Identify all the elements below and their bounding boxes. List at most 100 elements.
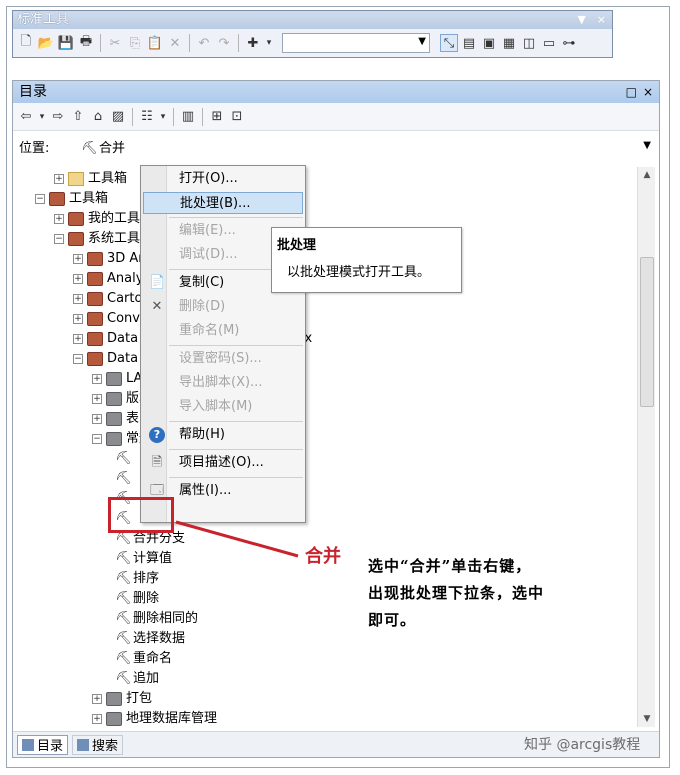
scroll-up-icon[interactable]: ▲ [638,167,656,183]
paste-icon[interactable]: 📋 [146,34,164,52]
scroll-down-icon[interactable]: ▼ [638,711,656,727]
collapse-icon[interactable]: − [54,234,64,244]
tree-item[interactable]: − 工具箱 [35,189,108,209]
hammer-icon: ⛏ [81,140,98,156]
tree-item[interactable]: + Analys [73,269,150,289]
expand-icon[interactable]: + [92,394,102,404]
expand-icon[interactable]: + [92,374,102,384]
tree-item[interactable]: ⛏ [111,469,133,489]
tab-catalog[interactable]: 目录 [17,734,69,755]
toolbar-close-icon[interactable]: × [597,11,606,29]
arctoolbox-icon[interactable]: ◫ [520,34,538,52]
chevron-down-icon[interactable]: ▼ [643,140,651,151]
connect-folder-icon[interactable]: ▨ [109,108,127,126]
table-of-contents-icon[interactable]: ▤ [460,34,478,52]
menu-item[interactable]: 打开(O)... [143,168,303,190]
collapse-icon[interactable]: − [73,354,83,364]
tab-search[interactable]: 搜索 [72,734,124,755]
cut-icon[interactable]: ✂ [106,34,124,52]
location-field[interactable]: ⛏合并 [81,137,659,156]
tree-item[interactable]: + 我的工具 [54,209,140,229]
expand-icon[interactable]: + [73,274,83,284]
toolbar-buttons: 🗋 📂 💾 🖶 ✂ ⎘ 📋 ✕ ↶ ↷ ✚ ▾ ▼ ⤡ ▤ ▣ ▦ ◫ ▭ ⊶ [13,29,612,57]
menu-item-label: 设置密码(S)... [179,351,262,366]
tree-item[interactable]: + 打包 [92,689,152,709]
menu-separator [169,421,303,422]
modelbuilder-icon[interactable]: ⊶ [560,34,578,52]
toolset-icon [106,712,122,726]
toolbar-separator [238,34,239,52]
catalog-close-icon[interactable]: × [643,81,653,103]
up-folder-icon[interactable]: ⇧ [69,108,87,126]
tree-item[interactable]: ⛏ 选择数据 [111,629,185,649]
tree-item[interactable]: + 工具箱 [54,169,127,189]
tree-item[interactable]: ⛏ 排序 [111,569,159,589]
collapse-icon[interactable]: − [35,194,45,204]
tree-item[interactable]: + Conve [73,309,148,329]
expand-icon[interactable]: + [92,714,102,724]
tab-label: 目录 [37,739,64,754]
menu-item[interactable]: 🗎 项目描述(O)... [143,452,303,474]
new-document-icon[interactable]: 🗋 [17,34,35,52]
tree-item[interactable]: +3D An [73,249,147,269]
back-dropdown-icon[interactable]: ▾ [37,108,47,126]
expand-icon[interactable]: + [92,694,102,704]
add-data-icon[interactable]: ✚ [244,34,262,52]
expand-icon[interactable]: + [54,174,64,184]
copy-icon[interactable]: ⎘ [126,34,144,52]
tree-item[interactable]: + 表 [92,409,139,429]
save-icon[interactable]: 💾 [57,34,75,52]
tree-view-icon[interactable]: ⊞ [208,108,226,126]
views-dropdown-icon[interactable]: ▾ [158,108,168,126]
location-value: 合并 [99,140,126,156]
annotation-text: 选中“合并”单击右键， 出现批处理下拉条，选中 即可。 [368,553,544,634]
catalog-toolbar: ⇦ ▾ ⇨ ⇧ ⌂ ▨ ☷ ▾ ▥ ⊞ ⊡ [13,103,659,131]
tree-item[interactable]: − 系统工具 [54,229,140,249]
options-icon[interactable]: ⊡ [228,108,246,126]
chevron-down-icon: ▼ [418,36,426,47]
toolbar-menu-icon[interactable]: ▼ [578,11,586,29]
tree-item[interactable]: ⛏ 重命名 [111,649,172,669]
expand-icon[interactable]: + [73,334,83,344]
views-icon[interactable]: ☷ [138,108,156,126]
expand-icon[interactable]: + [73,254,83,264]
tree-item[interactable]: + 地理数据库管理 [92,709,217,727]
collapse-icon[interactable]: − [92,434,102,444]
expand-icon[interactable]: + [92,414,102,424]
add-data-dropdown-icon[interactable]: ▾ [264,34,274,52]
tree-item[interactable]: + Carto [73,289,142,309]
python-window-icon[interactable]: ▭ [540,34,558,52]
search-window-icon[interactable]: ▦ [500,34,518,52]
editor-toolbar-icon[interactable]: ⤡ [440,34,458,52]
tree-item[interactable]: ⛏ 追加 [111,669,159,689]
tree-item[interactable]: ⛏ 计算值 [111,549,172,569]
catalog-tab-icon [22,738,34,751]
location-label: 位置: [19,140,50,156]
scale-combo[interactable]: ▼ [282,33,430,53]
menu-item-label: 删除(D) [179,299,226,314]
expand-icon[interactable]: + [73,314,83,324]
expand-icon[interactable]: + [73,294,83,304]
home-icon[interactable]: ⌂ [89,108,107,126]
undo-icon[interactable]: ↶ [195,34,213,52]
scroll-thumb[interactable] [640,257,654,407]
tree-item[interactable]: ⛏ [111,449,133,469]
open-icon[interactable]: 📂 [37,34,55,52]
tree-item[interactable]: ⛏ 删除 [111,589,159,609]
delete-icon[interactable]: ✕ [166,34,184,52]
menu-item[interactable]: 批处理(B)... [143,192,303,214]
new-folder-icon[interactable]: ▥ [179,108,197,126]
expand-icon[interactable]: + [54,214,64,224]
menu-item[interactable]: ? 帮助(H) [143,424,303,446]
tree-item[interactable]: + Data I [73,329,146,349]
tree-item[interactable]: ⛏ 删除相同的 [111,609,198,629]
catalog-window-icon[interactable]: ▣ [480,34,498,52]
redo-icon[interactable]: ↷ [215,34,233,52]
print-icon[interactable]: 🖶 [77,34,95,52]
vertical-scrollbar[interactable]: ▲ ▼ [637,167,655,727]
catalog-restore-icon[interactable]: □ [626,81,637,103]
back-icon[interactable]: ⇦ [17,108,35,126]
tab-label: 搜索 [92,739,119,754]
menu-item: 设置密码(S)... [143,348,303,370]
forward-icon[interactable]: ⇨ [49,108,67,126]
